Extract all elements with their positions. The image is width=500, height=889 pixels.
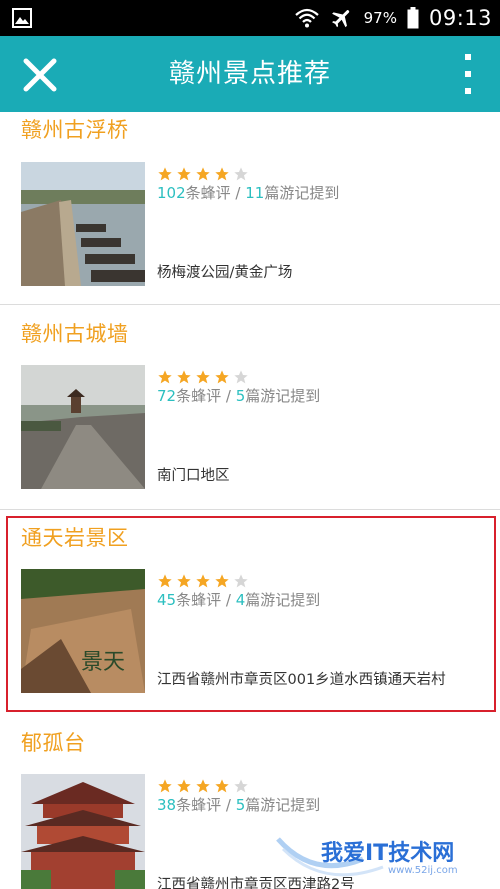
battery-icon: [407, 7, 419, 29]
watermark-url: www.52ij.com: [388, 865, 458, 876]
star-icon: [158, 167, 172, 181]
star-icon: [215, 167, 229, 181]
review-count: 102: [157, 184, 186, 202]
travelogue-label: 篇游记提到: [264, 184, 340, 202]
star-icon: [177, 779, 191, 793]
spot-name: 赣州古浮桥: [21, 118, 129, 142]
watermark: 我爱IT技术网 www.52ij.com: [273, 819, 488, 889]
star-icon: [196, 167, 210, 181]
star-icon: [158, 370, 172, 384]
spot-name: 赣州古城墙: [21, 322, 129, 346]
battery-percent: 97%: [363, 9, 397, 27]
rating-stars: [157, 778, 249, 794]
spot-address: 杨梅渡公园/黄金广场: [157, 265, 293, 281]
review-label: 条蜂评: [176, 796, 222, 814]
stats-separator: /: [221, 387, 236, 405]
star-empty-icon: [234, 779, 248, 793]
review-stats: 102条蜂评 / 11篇游记提到: [157, 182, 339, 203]
spot-thumbnail: [21, 365, 145, 489]
page-title: 赣州景点推荐: [168, 59, 331, 89]
airplane-mode-icon: [331, 10, 349, 28]
star-empty-icon: [234, 167, 248, 181]
travelogue-count: 5: [235, 387, 246, 405]
selection-highlight: [6, 516, 496, 712]
spot-thumbnail: [21, 162, 145, 286]
star-icon: [196, 779, 210, 793]
list-item[interactable]: 赣州古浮桥 102条蜂评 / 11篇游记提到 杨梅渡公园/黄金广场: [0, 112, 500, 304]
star-icon: [196, 370, 210, 384]
rating-stars: [157, 369, 249, 385]
list-item[interactable]: 赣州古城墙 72条蜂评 / 5篇游记提到 南门口地区: [0, 305, 500, 509]
stats-separator: /: [221, 796, 236, 814]
review-count: 38: [157, 796, 177, 814]
watermark-text: 我爱IT技术网: [321, 841, 455, 866]
travelogue-label: 篇游记提到: [245, 796, 321, 814]
review-label: 条蜂评: [176, 387, 222, 405]
spot-thumbnail: [21, 774, 145, 889]
travelogue-label: 篇游记提到: [245, 387, 321, 405]
spot-address: 南门口地区: [157, 468, 230, 484]
star-icon: [215, 779, 229, 793]
spot-name: 郁孤台: [21, 731, 86, 755]
stats-separator: /: [230, 184, 246, 202]
more-vert-icon[interactable]: [456, 50, 480, 98]
review-stats: 72条蜂评 / 5篇游记提到: [157, 385, 320, 406]
review-stats: 38条蜂评 / 5篇游记提到: [157, 794, 320, 815]
star-icon: [215, 370, 229, 384]
wifi-icon: [294, 8, 319, 28]
review-count: 72: [157, 387, 177, 405]
star-icon: [177, 370, 191, 384]
travelogue-count: 5: [235, 796, 246, 814]
star-empty-icon: [234, 370, 248, 384]
gallery-icon: [12, 8, 32, 28]
star-icon: [177, 167, 191, 181]
clock: 09:13: [428, 6, 492, 30]
review-label: 条蜂评: [185, 184, 231, 202]
app-bar: 赣州景点推荐: [0, 36, 500, 112]
travelogue-count: 11: [245, 184, 265, 202]
status-bar: 97% 09:13: [0, 0, 500, 36]
rating-stars: [157, 166, 249, 182]
star-icon: [158, 779, 172, 793]
spot-list: 赣州古浮桥 102条蜂评 / 11篇游记提到 杨梅渡公园/黄金广场 赣州古城墙 …: [0, 112, 500, 889]
